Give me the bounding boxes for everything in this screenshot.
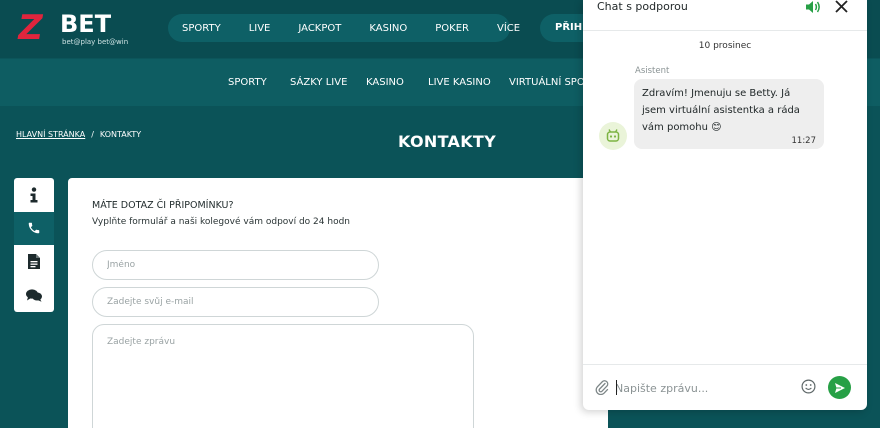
info-icon	[30, 187, 38, 203]
phone-icon	[28, 223, 40, 234]
nav-item-sporty[interactable]: SPORTY	[182, 23, 221, 34]
speaker-icon[interactable]	[805, 0, 821, 14]
side-tab-chat[interactable]	[14, 279, 54, 313]
assistant-message-bubble: Zdravím! Jmenuju se Betty. Já jsem virtu…	[634, 79, 824, 149]
document-icon	[28, 254, 40, 270]
chat-date-divider: 10 prosinec	[698, 41, 752, 51]
chat-bubbles-icon	[26, 289, 42, 302]
contact-side-tabs	[14, 178, 54, 312]
support-chat-panel: Chat s podporou 10 prosinec Asistent Zdr…	[583, 0, 867, 410]
name-input[interactable]	[92, 250, 379, 280]
message-time: 11:27	[791, 136, 817, 146]
page-title: KONTAKTY	[398, 132, 497, 151]
assistant-avatar	[599, 122, 627, 150]
contact-form-card: MÁTE DOTAZ ČI PŘIPOMÍNKU? Vyplňte formul…	[68, 178, 608, 428]
robot-icon	[606, 129, 620, 142]
chat-message-input[interactable]	[615, 377, 795, 399]
subnav-item-kasino[interactable]: KASINO	[366, 77, 404, 88]
subnav-item-sporty[interactable]: SPORTY	[228, 77, 267, 88]
main-nav: SPORTY LIVE JACKPOT KASINO POKER VÍCE	[168, 14, 520, 42]
form-question: MÁTE DOTAZ ČI PŘIPOMÍNKU?	[92, 200, 234, 211]
breadcrumb: HLAVNÍ STRÁNKA / KONTAKTY	[16, 130, 141, 139]
logo-mark: Z	[14, 8, 44, 48]
close-icon[interactable]	[835, 0, 848, 13]
subnav-item-sazky-live[interactable]: SÁZKY LIVE	[290, 77, 347, 88]
chat-header: Chat s podporou	[583, 0, 867, 31]
logo-text: BET	[60, 10, 112, 38]
side-tab-phone[interactable]	[14, 211, 54, 245]
paperclip-icon[interactable]	[595, 379, 609, 395]
chat-title: Chat s podporou	[597, 0, 688, 13]
email-input[interactable]	[92, 287, 379, 317]
nav-item-poker[interactable]: POKER	[435, 23, 469, 34]
nav-item-jackpot[interactable]: JACKPOT	[298, 23, 341, 34]
send-icon	[834, 382, 845, 393]
text-cursor	[616, 380, 617, 395]
message-textarea[interactable]	[92, 324, 474, 428]
emoji-icon[interactable]	[801, 379, 816, 394]
side-tab-document[interactable]	[14, 245, 54, 279]
logo-tagline: bet@play bet@win	[62, 38, 129, 46]
breadcrumb-separator: /	[91, 130, 94, 139]
breadcrumb-home-link[interactable]: HLAVNÍ STRÁNKA	[16, 130, 85, 139]
nav-item-kasino[interactable]: KASINO	[369, 23, 407, 34]
site-logo[interactable]: Z BET bet@play bet@win	[14, 6, 129, 50]
subnav-item-live-kasino[interactable]: LIVE KASINO	[428, 77, 491, 88]
form-description: Vyplňte formulář a naši kolegové vám odp…	[92, 217, 350, 227]
side-tab-info[interactable]	[14, 178, 54, 212]
send-button[interactable]	[828, 376, 851, 399]
nav-item-live[interactable]: LIVE	[249, 23, 271, 34]
message-text: Zdravím! Jmenuju se Betty. Já jsem virtu…	[642, 88, 800, 133]
chat-composer	[583, 364, 867, 410]
nav-item-vice[interactable]: VÍCE	[497, 23, 520, 34]
breadcrumb-current: KONTAKTY	[99, 130, 142, 139]
message-sender: Asistent	[635, 66, 670, 76]
